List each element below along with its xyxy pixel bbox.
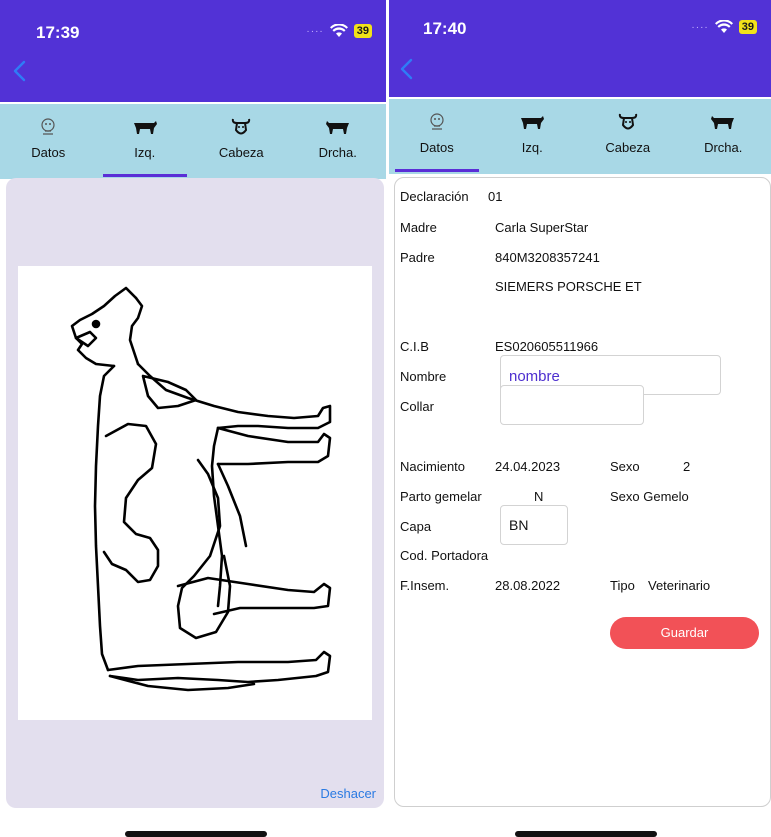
finsem-label: F.Insem.: [400, 578, 450, 593]
capa-label: Capa: [400, 519, 432, 534]
tab-datos[interactable]: Datos: [389, 99, 485, 174]
tab-cabeza[interactable]: Cabeza: [580, 99, 676, 174]
back-chevron-icon[interactable]: [10, 60, 30, 82]
nombre-label: Nombre: [400, 369, 447, 384]
cow-right-icon: [325, 121, 349, 134]
tab-drcha[interactable]: Drcha.: [290, 104, 387, 179]
sexo-gemelo-label: Sexo Gemelo: [610, 489, 689, 504]
collar-field[interactable]: [500, 385, 644, 425]
tipo-label: Tipo: [610, 578, 635, 593]
tab-label: Izq.: [134, 145, 156, 160]
tab-label: Drcha.: [704, 140, 743, 155]
nacimiento-value: 24.04.2023: [495, 459, 561, 474]
back-chevron-icon[interactable]: [397, 58, 417, 80]
tipo-value: Veterinario: [648, 578, 711, 593]
signal-icon: ····: [691, 21, 709, 33]
section-tabs: Datos Izq. Cabeza Drcha.: [389, 99, 771, 174]
declaracion-value: 01: [488, 189, 503, 204]
cow-left-icon: [133, 121, 157, 134]
animal-form: Declaración 01 Madre Carla SuperStar Pad…: [394, 177, 771, 807]
tab-drcha[interactable]: Drcha.: [676, 99, 771, 174]
cow-data-icon: [41, 118, 55, 135]
capa-field-text: BN: [509, 517, 529, 533]
tab-label: Cabeza: [605, 140, 651, 155]
status-time: 17:39: [36, 23, 80, 42]
declaracion-label: Declaración: [400, 189, 469, 204]
battery-icon: 39: [353, 24, 372, 38]
left-screen: 17:39 ···· 39 Datos Izq. Cabeza Drcha. D…: [0, 0, 386, 837]
status-time: 17:40: [423, 19, 467, 38]
parto-gemelar-label: Parto gemelar: [400, 489, 482, 504]
capa-field[interactable]: BN: [500, 505, 568, 545]
finsem-value: 28.08.2022: [495, 578, 561, 593]
cow-right-icon: [711, 116, 735, 129]
cow-left-icon: [521, 116, 545, 129]
section-tabs: Datos Izq. Cabeza Drcha.: [0, 104, 386, 179]
collar-label: Collar: [400, 399, 434, 414]
tab-izq[interactable]: Izq.: [485, 99, 581, 174]
tab-datos[interactable]: Datos: [0, 104, 97, 179]
nav-header: 17:39 ···· 39: [0, 0, 386, 102]
wifi-icon: [329, 24, 348, 37]
home-indicator: [125, 831, 267, 837]
padre-value: 840M3208357241: [495, 250, 600, 265]
cow-head-icon: [618, 113, 637, 130]
home-indicator: [515, 831, 657, 837]
madre-value: Carla SuperStar: [495, 220, 589, 235]
status-icons: ···· 39: [691, 20, 757, 34]
nacimiento-label: Nacimiento: [400, 459, 466, 474]
tab-label: Izq.: [521, 140, 543, 155]
tab-label: Cabeza: [218, 145, 264, 160]
cow-sketch-canvas[interactable]: [18, 266, 372, 720]
madre-label: Madre: [400, 220, 437, 235]
padre-name: SIEMERS PORSCHE ET: [495, 279, 642, 294]
wifi-icon: [714, 20, 733, 33]
nombre-field-text: nombre: [509, 368, 560, 385]
battery-icon: 39: [738, 20, 757, 34]
status-icons: ···· 39: [306, 24, 372, 38]
signal-icon: ····: [306, 25, 324, 37]
tab-label: Datos: [31, 145, 66, 160]
sexo-value: 2: [683, 459, 691, 474]
drawing-panel: Deshacer: [6, 178, 384, 808]
cod-portadora-label: Cod. Portadora: [400, 548, 489, 563]
cow-head-icon: [232, 118, 251, 135]
nav-header: 17:40 ···· 39: [389, 0, 771, 97]
sexo-label: Sexo: [610, 459, 640, 474]
cib-value: ES020605511966: [495, 339, 599, 354]
guardar-button[interactable]: Guardar: [610, 617, 759, 649]
undo-button[interactable]: Deshacer: [320, 786, 376, 801]
tab-cabeza[interactable]: Cabeza: [193, 104, 290, 179]
cib-label: C.I.B: [400, 339, 429, 354]
right-screen: 17:40 ···· 39 Datos Izq. Cabeza Drcha. D…: [389, 0, 771, 837]
tab-izq[interactable]: Izq.: [97, 104, 194, 179]
tab-label: Drcha.: [318, 145, 357, 160]
parto-gemelar-value: N: [534, 489, 544, 504]
tab-label: Datos: [419, 140, 454, 155]
cow-data-icon: [430, 113, 444, 130]
padre-label: Padre: [400, 250, 435, 265]
